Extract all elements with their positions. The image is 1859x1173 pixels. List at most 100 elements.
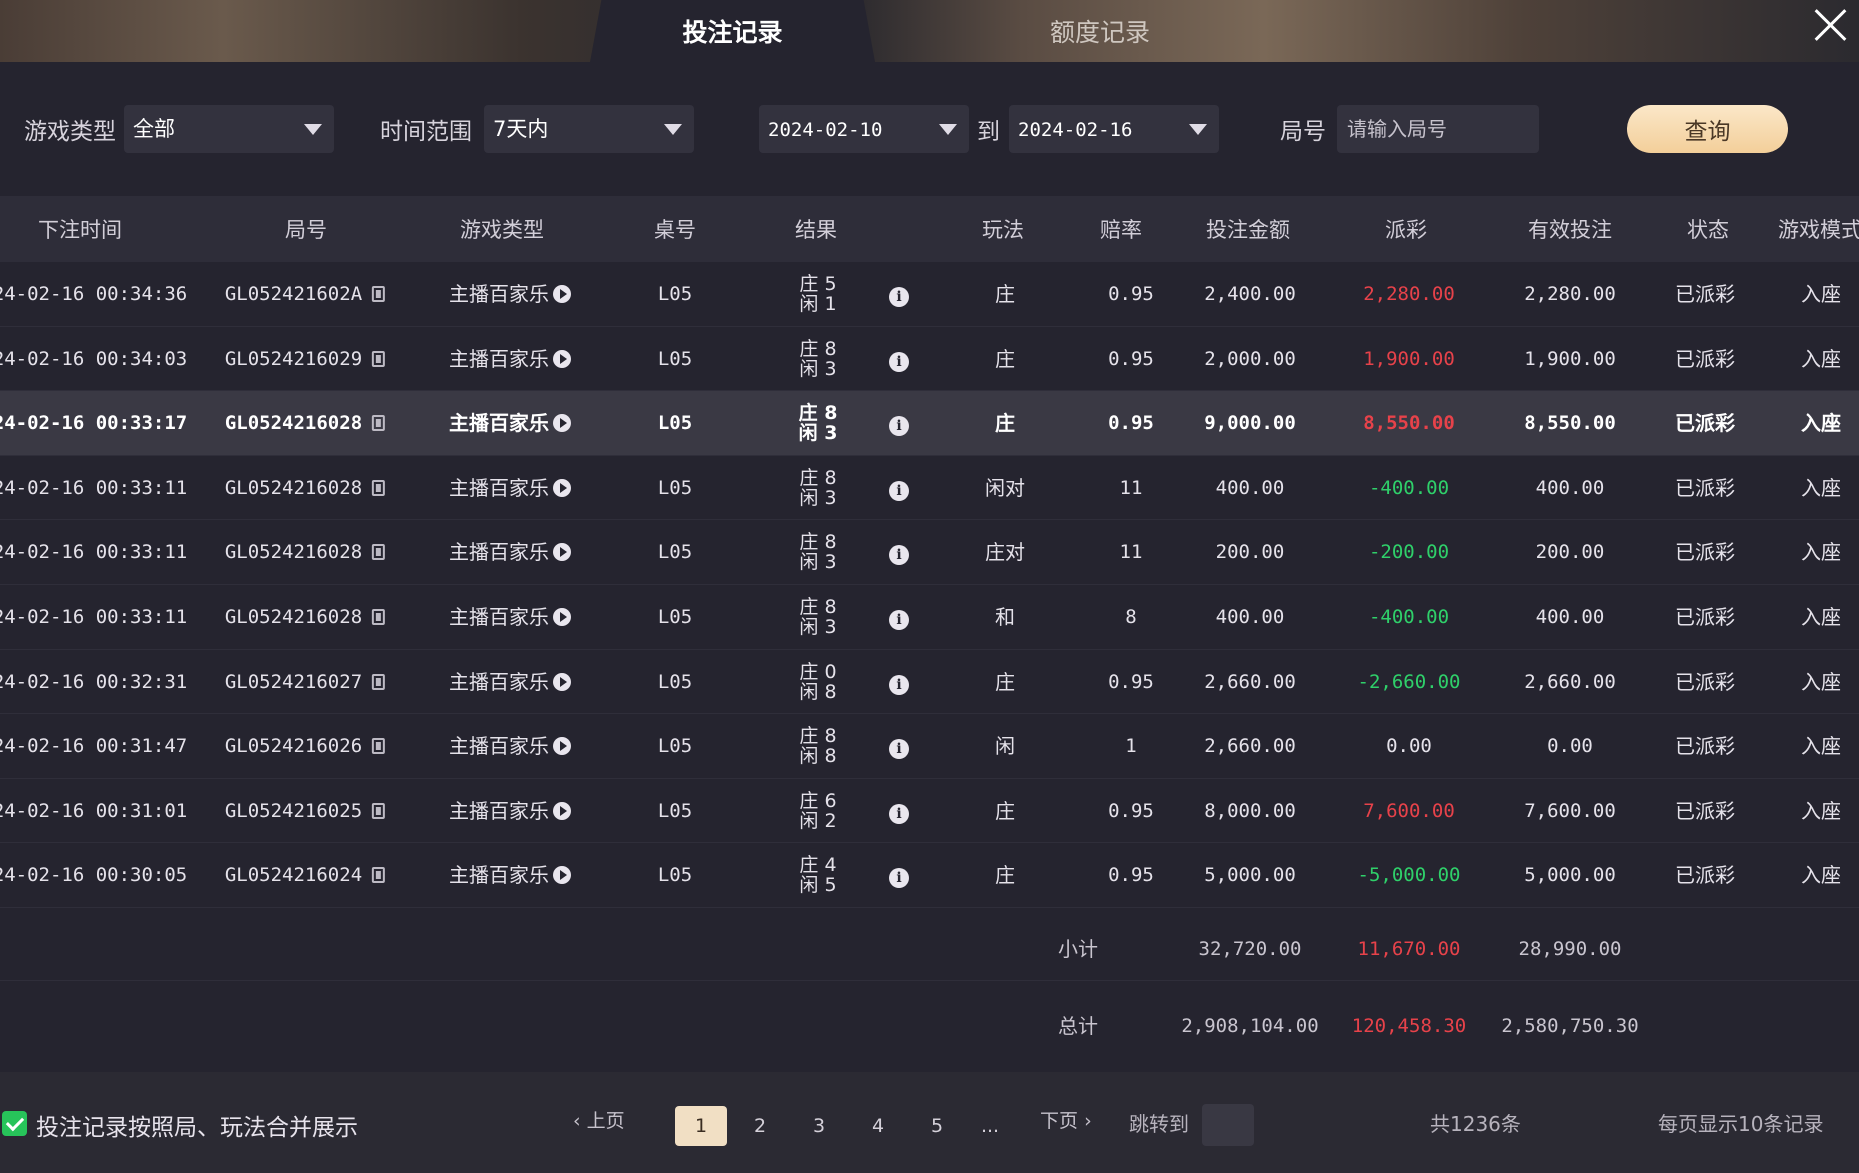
- tab-credit-records[interactable]: 额度记录: [960, 0, 1240, 62]
- game-type-cell: 主播百家乐: [449, 843, 571, 907]
- info-icon[interactable]: i: [889, 609, 909, 630]
- time-range-select[interactable]: 7天内: [484, 105, 694, 153]
- table-row[interactable]: 24-02-16 00:34:03 GL0524216029 主播百家乐 L05…: [0, 327, 1859, 392]
- copy-icon[interactable]: [372, 802, 386, 819]
- close-icon[interactable]: [1809, 2, 1853, 46]
- result-player: 闲 3: [799, 615, 837, 638]
- game-type-select[interactable]: 全部: [124, 105, 334, 153]
- page-2[interactable]: 2: [740, 1106, 780, 1146]
- per-page-info: 每页显示10条记录: [1658, 1112, 1824, 1136]
- page-1[interactable]: 1: [675, 1106, 727, 1146]
- copy-icon[interactable]: [372, 350, 386, 367]
- play-icon[interactable]: [553, 801, 571, 820]
- result-player: 闲 2: [799, 809, 837, 832]
- info-icon[interactable]: i: [889, 287, 909, 307]
- table-row[interactable]: 24-02-16 00:33:11 GL0524216028 主播百家乐 L05…: [0, 520, 1859, 585]
- bet-amount: 5,000.00: [1204, 864, 1296, 887]
- copy-icon[interactable]: [372, 738, 386, 755]
- table-row[interactable]: 24-02-16 00:31:47 GL0524216026 主播百家乐 L05…: [0, 714, 1859, 779]
- info-icon[interactable]: i: [889, 803, 909, 824]
- copy-icon[interactable]: [372, 867, 386, 884]
- merge-checkbox[interactable]: [2, 1111, 27, 1136]
- table-row[interactable]: 24-02-16 00:31:01 GL0524216025 主播百家乐 L05…: [0, 779, 1859, 844]
- play-icon[interactable]: [553, 349, 571, 368]
- query-button[interactable]: 查询: [1627, 105, 1788, 153]
- result-player: 闲 3: [798, 422, 838, 445]
- round-id-cell: GL0524216026: [225, 714, 386, 778]
- table-row[interactable]: 24-02-16 00:33:11 GL0524216028 主播百家乐 L05…: [0, 585, 1859, 650]
- copy-icon[interactable]: [372, 415, 386, 432]
- play-icon[interactable]: [553, 607, 571, 626]
- round-id-cell: GL0524216027: [225, 650, 386, 714]
- jump-page-input[interactable]: [1202, 1104, 1254, 1146]
- result: 庄 8 闲 3: [799, 339, 836, 379]
- play-icon[interactable]: [553, 543, 571, 562]
- copy-icon[interactable]: [372, 544, 386, 561]
- result: 庄 8 闲 3: [799, 468, 836, 508]
- merge-label: 投注记录按照局、玩法合并展示: [36, 1115, 358, 1141]
- game-mode: 入座: [1801, 604, 1841, 629]
- round-id: GL0524216024: [224, 864, 363, 887]
- play-icon[interactable]: [553, 478, 571, 497]
- info-icon[interactable]: i: [889, 351, 909, 372]
- round-input[interactable]: 请输入局号: [1337, 105, 1539, 153]
- copy-icon[interactable]: [372, 673, 386, 690]
- page-5[interactable]: 5: [917, 1106, 957, 1146]
- result-banker: 庄 8: [799, 725, 837, 748]
- result-banker: 庄 5: [799, 273, 837, 295]
- bet-time: 24-02-16 00:34:36: [0, 283, 188, 305]
- game-type-cell: 主播百家乐: [449, 327, 571, 391]
- valid-bet: 2,660.00: [1524, 670, 1616, 693]
- tab-bet-records[interactable]: 投注记录: [590, 0, 875, 62]
- result-banker: 庄 8: [799, 531, 837, 554]
- game-mode: 入座: [1801, 669, 1841, 694]
- time-range-label: 时间范围: [380, 119, 472, 145]
- game-mode: 入座: [1801, 540, 1841, 565]
- game-type: 主播百家乐: [449, 669, 549, 694]
- play-icon[interactable]: [553, 737, 571, 756]
- info-cell: i: [889, 779, 909, 843]
- table-row[interactable]: 24-02-16 00:33:11 GL0524216028 主播百家乐 L05…: [0, 456, 1859, 521]
- bet-time: 24-02-16 00:30:05: [0, 864, 188, 887]
- play-icon[interactable]: [553, 285, 571, 303]
- info-icon[interactable]: i: [889, 868, 909, 889]
- info-icon[interactable]: i: [889, 739, 909, 760]
- page-4[interactable]: 4: [858, 1106, 898, 1146]
- info-cell: i: [889, 327, 909, 391]
- copy-icon[interactable]: [372, 479, 386, 496]
- game-mode: 入座: [1801, 798, 1841, 823]
- play-icon[interactable]: [553, 414, 571, 433]
- prev-page-button[interactable]: ‹ 上页: [573, 1106, 625, 1133]
- date-to-select[interactable]: 2024-02-16: [1009, 105, 1219, 153]
- header-payout: 派彩: [1385, 218, 1427, 242]
- table-row[interactable]: 24-02-16 00:30:05 GL0524216024 主播百家乐 L05…: [0, 843, 1859, 908]
- date-to-value: 2024-02-16: [1018, 119, 1133, 141]
- valid-bet: 2,280.00: [1524, 283, 1616, 305]
- info-icon[interactable]: i: [889, 674, 909, 695]
- next-page-button[interactable]: 下页 ›: [1040, 1106, 1092, 1133]
- info-icon[interactable]: i: [889, 480, 909, 501]
- round-id-cell: GL0524216025: [225, 779, 386, 843]
- table-row[interactable]: 24-02-16 00:32:31 GL0524216027 主播百家乐 L05…: [0, 650, 1859, 715]
- round-id: GL0524216029: [224, 347, 363, 370]
- game-type: 主播百家乐: [449, 475, 549, 500]
- table-row[interactable]: 24-02-16 00:33:17 GL0524216028 主播百家乐 L05…: [0, 391, 1859, 456]
- game-mode: 入座: [1801, 411, 1841, 436]
- copy-icon[interactable]: [372, 608, 386, 625]
- result: 庄 8 闲 8: [799, 726, 836, 766]
- total-payout: 120,458.30: [1351, 1015, 1467, 1037]
- subtotal-row: 小计 32,720.00 11,670.00 28,990.00: [0, 917, 1859, 981]
- play-icon[interactable]: [553, 672, 571, 691]
- info-icon[interactable]: i: [889, 416, 909, 437]
- round-label: 局号: [1280, 119, 1326, 145]
- date-from-select[interactable]: 2024-02-10: [759, 105, 969, 153]
- copy-icon[interactable]: [372, 286, 386, 302]
- table-row[interactable]: 24-02-16 00:34:36 GL052421602A 主播百家乐 L05…: [0, 262, 1859, 327]
- play-icon[interactable]: [553, 866, 571, 885]
- table-no: L05: [657, 347, 693, 370]
- game-type-cell: 主播百家乐: [449, 779, 571, 843]
- info-icon[interactable]: i: [889, 545, 909, 566]
- bet-time: 24-02-16 00:34:03: [0, 347, 188, 370]
- page-3[interactable]: 3: [799, 1106, 839, 1146]
- round-id-cell: GL0524216028: [225, 391, 386, 455]
